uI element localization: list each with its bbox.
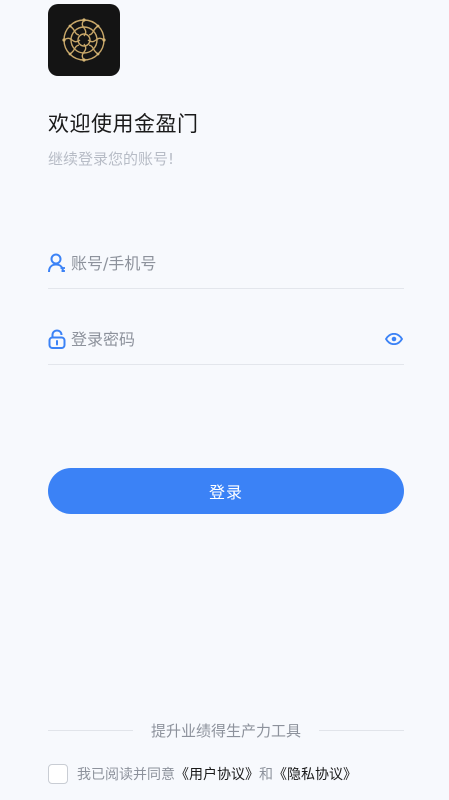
slogan-text: 提升业绩得生产力工具 [151, 721, 302, 740]
gold-filigree-logo-icon [62, 18, 106, 62]
user-icon [48, 253, 66, 273]
divider-right [319, 729, 405, 731]
user-agreement-link[interactable]: 《用户协议》 [175, 764, 259, 784]
eye-icon[interactable] [384, 329, 404, 349]
and-text: 和 [259, 767, 273, 783]
account-input[interactable] [71, 248, 404, 278]
login-button[interactable]: 登录 [48, 468, 404, 514]
lock-icon [48, 329, 66, 349]
password-input[interactable] [71, 324, 384, 354]
footer-slogan: 提升业绩得生产力工具 [48, 719, 405, 741]
agreement-row: 我已阅读并同意 《用户协议》 和 《隐私协议》 [48, 762, 357, 786]
app-logo [48, 4, 120, 76]
divider-left [48, 729, 133, 731]
page-subtitle: 继续登录您的账号! [48, 150, 175, 168]
page-title: 欢迎使用金盈门 [48, 112, 199, 136]
privacy-agreement-link[interactable]: 《隐私协议》 [273, 764, 357, 784]
password-field [48, 314, 404, 365]
agree-text: 我已阅读并同意 [77, 767, 175, 783]
agree-checkbox[interactable] [48, 764, 68, 784]
account-field [48, 238, 404, 289]
